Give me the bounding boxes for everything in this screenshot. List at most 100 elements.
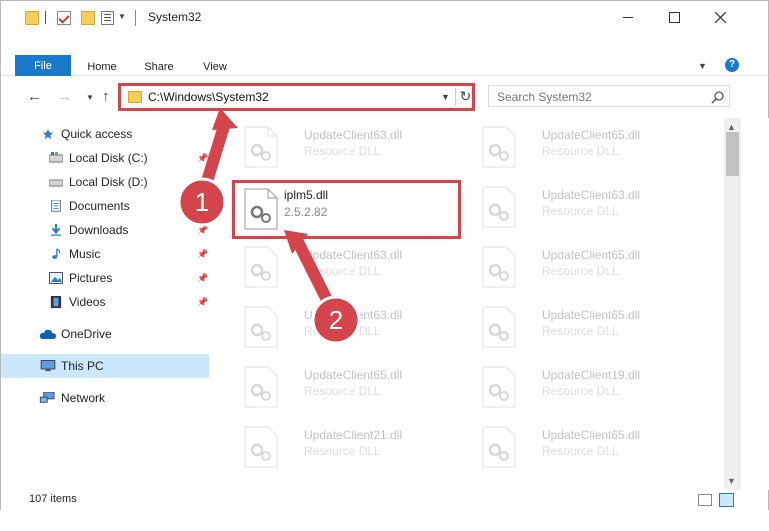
callout-2: 2 bbox=[284, 230, 361, 345]
dll-file-icon bbox=[244, 426, 278, 468]
music-note-icon bbox=[52, 248, 61, 259]
list-item[interactable]: UpdateClient63.dll Resource DLL bbox=[472, 182, 702, 238]
film-icon bbox=[50, 296, 62, 308]
list-item[interactable]: UpdateClient21.dll Resource DLL bbox=[234, 422, 464, 478]
expand-ribbon-chevron-icon[interactable]: ▼ bbox=[698, 61, 707, 71]
recent-locations-chevron-icon[interactable]: ▼ bbox=[86, 93, 94, 102]
list-item[interactable]: UpdateClient65.dll Resource DLL bbox=[472, 302, 702, 358]
file-description: Resource DLL bbox=[542, 384, 619, 398]
sidebar-item-label: OneDrive bbox=[61, 327, 112, 341]
search-input[interactable]: Search System32 bbox=[488, 85, 730, 107]
dll-file-icon bbox=[482, 186, 516, 228]
callout-2-arrow-shaft bbox=[292, 236, 334, 308]
list-item[interactable]: UpdateClient65.dll Resource DLL bbox=[472, 242, 702, 298]
file-name: UpdateClient63.dll bbox=[542, 188, 641, 202]
tab-view[interactable]: View bbox=[201, 56, 229, 78]
monitor-icon bbox=[40, 360, 56, 372]
vertical-scrollbar[interactable]: ▲ ▼ bbox=[724, 118, 741, 490]
file-name: UpdateClient63.dll bbox=[304, 128, 403, 142]
sidebar-item-label: Quick access bbox=[61, 127, 133, 141]
back-arrow-icon[interactable]: ← bbox=[27, 88, 42, 105]
minimize-button[interactable] bbox=[605, 1, 651, 33]
file-description: Resource DLL bbox=[542, 444, 619, 458]
file-description: Resource DLL bbox=[542, 324, 619, 338]
file-description: Resource DLL bbox=[304, 444, 381, 458]
sidebar-item-label: Local Disk (C:) bbox=[69, 151, 148, 165]
file-name: UpdateClient19.dll bbox=[542, 368, 641, 382]
pin-icon[interactable]: 📌 bbox=[197, 266, 208, 290]
file-description: Resource DLL bbox=[542, 144, 619, 158]
search-placeholder: Search System32 bbox=[497, 90, 592, 104]
divider bbox=[135, 10, 136, 26]
forward-arrow-icon[interactable]: → bbox=[57, 88, 72, 105]
dll-file-icon bbox=[244, 126, 278, 168]
file-name: UpdateClient21.dll bbox=[304, 428, 403, 442]
sidebar-item-label: Documents bbox=[69, 199, 130, 213]
dll-file-icon bbox=[244, 246, 278, 288]
title-bar: ▼ System32 bbox=[0, 0, 769, 32]
dll-file-icon bbox=[482, 306, 516, 348]
help-icon[interactable]: ? bbox=[725, 58, 739, 72]
dll-file-icon bbox=[482, 366, 516, 408]
documents-icon bbox=[51, 200, 61, 212]
sidebar-item-label: Videos bbox=[69, 295, 106, 309]
file-name: UpdateClient65.dll bbox=[542, 248, 641, 262]
sidebar-item-label: Local Disk (D:) bbox=[69, 175, 148, 189]
dll-file-icon bbox=[482, 426, 516, 468]
list-item[interactable]: UpdateClient19.dll Resource DLL bbox=[472, 362, 702, 418]
scrollbar-thumb[interactable] bbox=[726, 132, 739, 176]
pin-icon[interactable]: 📌 bbox=[197, 242, 208, 266]
customize-toolbar-chevron-icon[interactable]: ▼ bbox=[118, 12, 126, 21]
dll-file-icon bbox=[244, 366, 278, 408]
pin-icon[interactable]: 📌 bbox=[197, 290, 208, 314]
sidebar-item-label: Downloads bbox=[69, 223, 129, 237]
up-arrow-icon[interactable]: ↑ bbox=[102, 88, 110, 105]
download-arrow-icon bbox=[50, 224, 62, 236]
ribbon: File Home Share View ▼ ? bbox=[0, 32, 769, 76]
file-description: Resource DLL bbox=[304, 144, 381, 158]
sidebar-item-pictures[interactable]: Pictures 📌 bbox=[1, 266, 209, 290]
drive-icon bbox=[49, 152, 63, 163]
sidebar-item-videos[interactable]: Videos 📌 bbox=[1, 290, 209, 314]
scroll-down-arrow-icon[interactable]: ▼ bbox=[727, 476, 736, 486]
star-icon bbox=[42, 128, 54, 139]
list-item[interactable]: UpdateClient63.dll Resource DLL bbox=[234, 122, 464, 178]
callout-1: 1 bbox=[177, 108, 238, 227]
file-name: UpdateClient65.dll bbox=[304, 368, 403, 382]
status-bar: 107 items bbox=[0, 490, 769, 510]
list-item[interactable]: UpdateClient65.dll Resource DLL bbox=[472, 422, 702, 478]
new-folder-icon[interactable] bbox=[81, 11, 95, 25]
file-description: Resource DLL bbox=[542, 264, 619, 278]
file-description: Resource DLL bbox=[304, 384, 381, 398]
sidebar-item-this-pc[interactable]: This PC bbox=[1, 354, 209, 378]
sidebar-item-label: Music bbox=[69, 247, 101, 261]
callout-1-arrow-shaft bbox=[202, 120, 230, 184]
cloud-icon bbox=[39, 329, 56, 339]
folder-icon[interactable] bbox=[25, 11, 39, 25]
file-description: Resource DLL bbox=[542, 204, 619, 218]
close-icon bbox=[714, 11, 726, 23]
large-icons-view-icon[interactable] bbox=[719, 493, 734, 507]
sidebar-item-onedrive[interactable]: OneDrive bbox=[1, 322, 209, 346]
sidebar-item-network[interactable]: Network bbox=[1, 386, 209, 410]
details-view-icon[interactable] bbox=[698, 494, 712, 506]
dll-file-icon bbox=[244, 306, 278, 348]
file-name: UpdateClient65.dll bbox=[542, 128, 641, 142]
scroll-up-arrow-icon[interactable]: ▲ bbox=[727, 122, 736, 132]
tab-share[interactable]: Share bbox=[143, 56, 175, 78]
close-button[interactable] bbox=[697, 1, 743, 33]
list-item[interactable]: UpdateClient65.dll Resource DLL bbox=[234, 362, 464, 418]
drive-icon bbox=[49, 179, 63, 187]
properties-check-icon[interactable] bbox=[57, 11, 71, 25]
properties-list-icon[interactable] bbox=[101, 11, 114, 25]
sidebar-item-label: This PC bbox=[61, 359, 104, 373]
tab-home[interactable]: Home bbox=[85, 56, 119, 78]
tab-file[interactable]: File bbox=[15, 55, 71, 76]
divider bbox=[45, 11, 46, 24]
callout-1-number: 1 bbox=[195, 187, 209, 217]
sidebar-item-music[interactable]: Music 📌 bbox=[1, 242, 209, 266]
maximize-button[interactable] bbox=[651, 1, 697, 33]
search-icon[interactable] bbox=[711, 90, 725, 104]
file-name: UpdateClient65.dll bbox=[542, 428, 641, 442]
list-item[interactable]: UpdateClient65.dll Resource DLL bbox=[472, 122, 702, 178]
